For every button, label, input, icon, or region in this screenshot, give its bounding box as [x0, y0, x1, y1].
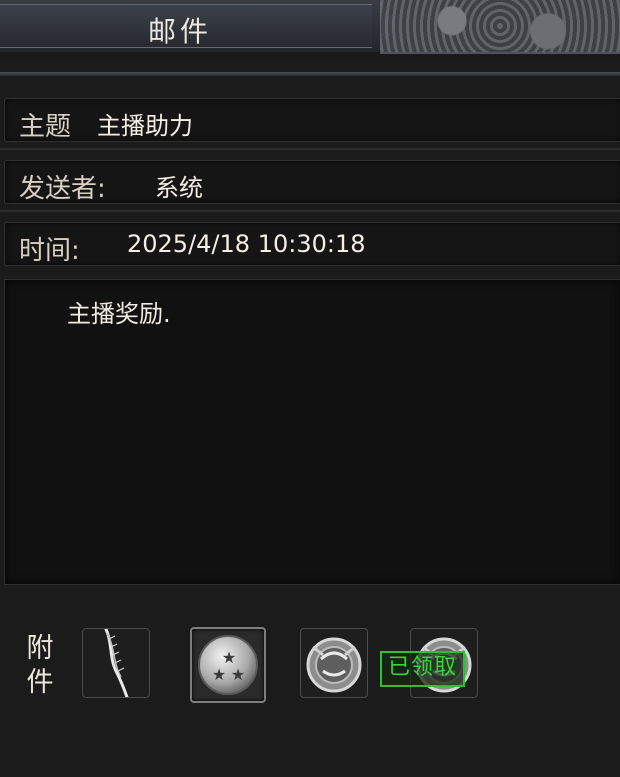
sender-row: 发送者: 系统 [4, 160, 620, 204]
subject-value: 主播助力 [97, 112, 193, 140]
svg-text:★: ★ [231, 665, 245, 684]
subject-label: 主题 [19, 112, 72, 142]
feather-blade-icon [104, 629, 129, 697]
three-star-orb-icon: ★ ★ ★ [198, 635, 258, 695]
attachment-slot-1[interactable] [82, 628, 150, 698]
attachment-slot-2[interactable]: ★ ★ ★ [190, 627, 266, 703]
message-body[interactable]: 主播奖励. [4, 279, 620, 585]
window-title: 邮件 [148, 15, 213, 48]
time-row: 时间: 2025/4/18 10:30:18 [4, 222, 620, 266]
attachment-slot-3[interactable] [300, 628, 368, 698]
svg-text:★: ★ [212, 665, 226, 684]
message-text: 主播奖励. [67, 300, 171, 328]
header-divider [0, 72, 620, 76]
claimed-badge: 已领取 [380, 651, 466, 687]
subject-row: 主题 主播助力 [4, 98, 620, 142]
ornate-decoration [380, 0, 620, 54]
time-value: 2025/4/18 10:30:18 [127, 230, 366, 258]
mail-header: 邮件 [0, 0, 620, 62]
attachments-label: 附件 [26, 633, 54, 698]
sender-value: 系统 [155, 174, 203, 202]
sealed-scroll-icon [306, 637, 362, 693]
sender-label: 发送者: [19, 174, 106, 204]
time-label: 时间: [19, 236, 80, 266]
